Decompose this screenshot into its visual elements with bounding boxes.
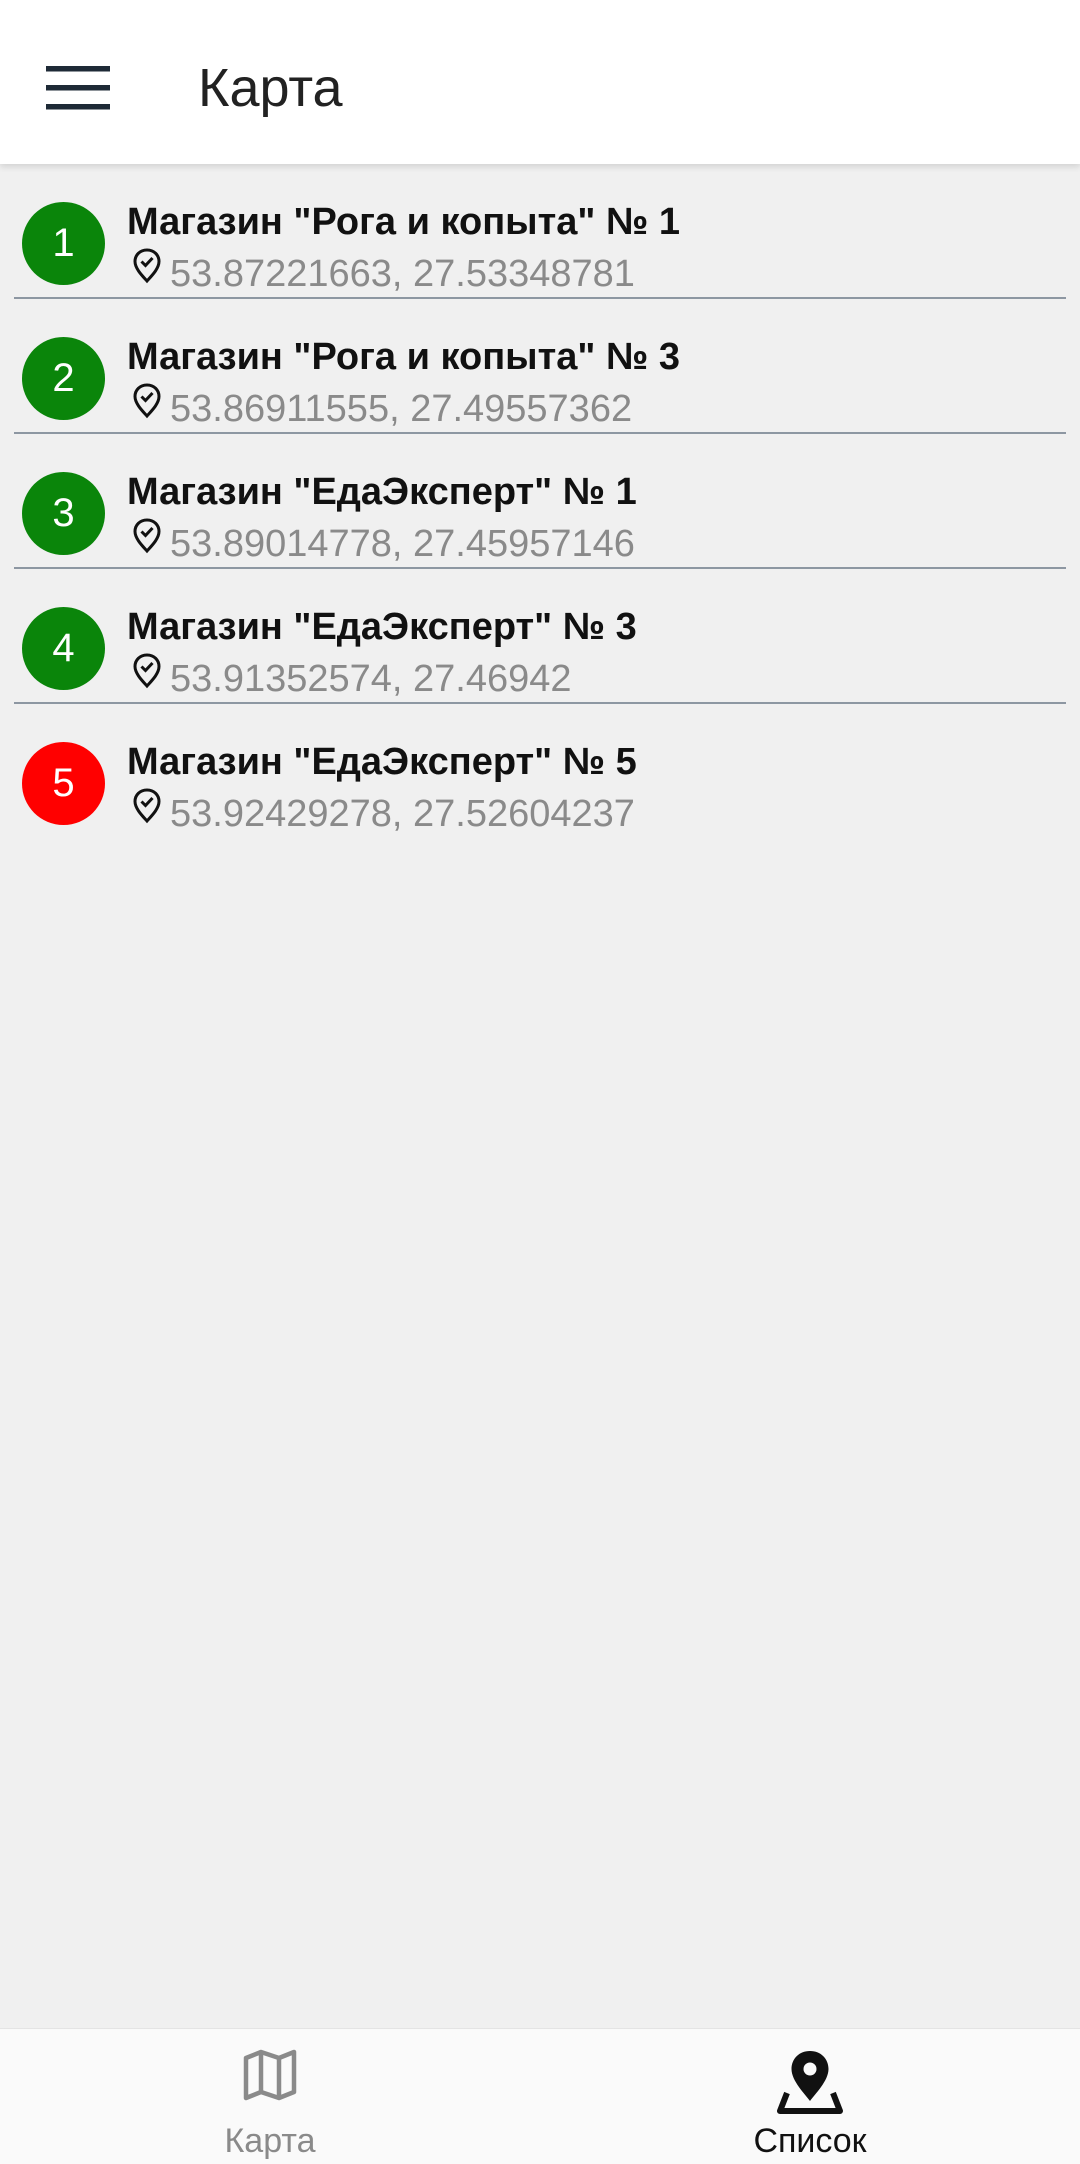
- location-check-icon: [133, 383, 161, 419]
- store-name: Магазин "Рога и копыта" № 1: [127, 201, 681, 243]
- store-name: Магазин "ЕдаЭксперт" № 1: [127, 471, 637, 513]
- list-item[interactable]: 1 Магазин "Рога и копыта" № 1 53.8722166…: [0, 164, 1080, 299]
- location-check-icon: [133, 653, 161, 689]
- store-coordinates: 53.92429278, 27.52604237: [170, 793, 635, 835]
- store-list: 1 Магазин "Рога и копыта" № 1 53.8722166…: [0, 164, 1080, 839]
- store-coordinates: 53.87221663, 27.53348781: [170, 253, 635, 295]
- tab-list-label: Список: [753, 2122, 867, 2160]
- list-item[interactable]: 3 Магазин "ЕдаЭксперт" № 1 53.89014778, …: [0, 434, 1080, 569]
- menu-button[interactable]: [30, 46, 126, 130]
- app-screen: Карта 1 Магазин "Рога и копыта" № 1 53.8…: [0, 0, 1080, 2164]
- tab-list[interactable]: Список: [540, 2029, 1080, 2164]
- location-check-icon: [133, 248, 161, 284]
- map-icon: [243, 2049, 297, 2101]
- store-number-badge: 4: [22, 607, 105, 690]
- store-number-badge: 1: [22, 202, 105, 285]
- store-name: Магазин "ЕдаЭксперт" № 3: [127, 606, 637, 648]
- hamburger-menu-icon: [46, 66, 110, 110]
- store-coordinates: 53.86911555, 27.49557362: [170, 388, 633, 430]
- list-item[interactable]: 2 Магазин "Рога и копыта" № 3 53.8691155…: [0, 299, 1080, 434]
- list-item[interactable]: 5 Магазин "ЕдаЭксперт" № 5 53.92429278, …: [0, 704, 1080, 839]
- store-name: Магазин "Рога и копыта" № 3: [127, 336, 681, 378]
- tab-map[interactable]: Карта: [0, 2029, 540, 2164]
- store-coordinates: 53.91352574, 27.46942: [170, 658, 572, 700]
- store-number-badge: 5: [22, 742, 105, 825]
- store-name: Магазин "ЕдаЭксперт" № 5: [127, 741, 637, 783]
- store-number-badge: 3: [22, 472, 105, 555]
- location-check-icon: [133, 788, 161, 824]
- location-pin-icon: [777, 2051, 843, 2114]
- list-item[interactable]: 4 Магазин "ЕдаЭксперт" № 3 53.91352574, …: [0, 569, 1080, 704]
- store-number-badge: 2: [22, 337, 105, 420]
- tab-map-label: Карта: [224, 2122, 316, 2160]
- store-coordinates: 53.89014778, 27.45957146: [170, 523, 635, 565]
- location-check-icon: [133, 518, 161, 554]
- app-bar: Карта: [0, 0, 1080, 164]
- bottom-navigation: Карта Список: [0, 2028, 1080, 2164]
- page-title: Карта: [198, 58, 343, 118]
